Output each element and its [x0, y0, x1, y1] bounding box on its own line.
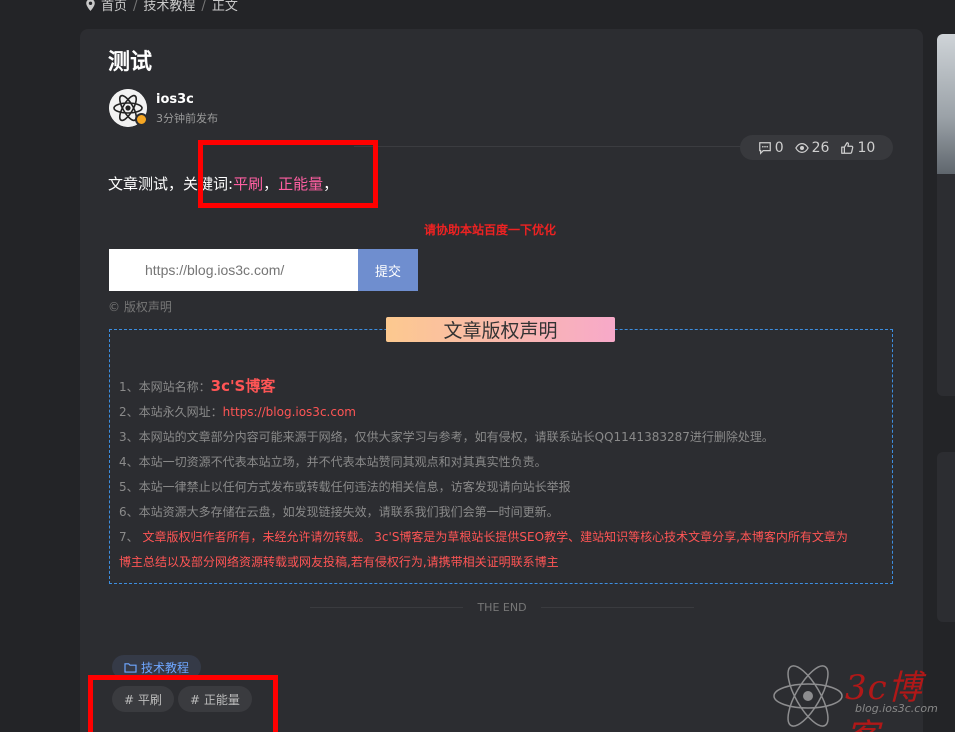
breadcrumb-category-link[interactable]: 技术教程 — [143, 0, 195, 14]
declaration-line: 7、 文章版权归作者所有，未经允许请勿转载。 3c'S博客是为草根站长提供SEO… — [119, 528, 848, 545]
comment-count-value: 0 — [774, 139, 784, 156]
submit-button[interactable]: 提交 — [358, 249, 418, 291]
declaration-title: 文章版权声明 — [386, 317, 615, 342]
breadcrumb: 首页 / 技术教程 / 正文 — [86, 0, 238, 14]
breadcrumb-current: 正文 — [211, 0, 238, 14]
like-count-value: 10 — [857, 139, 876, 156]
eye-icon — [794, 142, 809, 153]
copyright-label: © 版权声明 — [108, 300, 172, 314]
comment-icon — [758, 141, 771, 155]
like-button[interactable]: 10 — [840, 140, 875, 156]
declaration-line-text: 1、本网站名称： — [119, 380, 211, 394]
declaration-line: 4、本站一切资源不代表本站立场，并不代表本站赞同其观点和对其真实性负责。 — [119, 455, 547, 469]
post-title: 测试 — [108, 50, 153, 75]
view-count-value: 26 — [811, 139, 830, 156]
sidebar-widget-image[interactable] — [937, 34, 955, 174]
declaration-line: 2、本站永久网址：https://blog.ios3c.com — [119, 403, 356, 420]
the-end-label: THE END — [477, 600, 527, 614]
verified-badge-icon — [135, 113, 148, 126]
declaration-line-text: 7、 — [119, 530, 139, 544]
breadcrumb-separator: / — [133, 0, 138, 14]
declaration-line: 5、本站一律禁止以任何方式发布或转载任何违法的相关信息，访客发现请向站长举报 — [119, 480, 571, 494]
declaration-line: 1、本网站名称：3c'S博客 — [119, 375, 275, 396]
seo-note: 请协助本站百度一下优化 — [424, 223, 557, 237]
post-stats: 0 26 10 — [740, 135, 893, 160]
watermark-url: blog.ios3c.com — [855, 702, 938, 715]
highlight-box — [198, 140, 378, 208]
divider-rule — [310, 606, 464, 608]
watermark-brand: 3c博客 — [845, 668, 923, 732]
category-tag-label: 技术教程 — [141, 660, 190, 675]
highlight-box — [88, 675, 278, 732]
meta-divider — [354, 146, 749, 147]
url-input[interactable] — [109, 249, 358, 291]
author-name[interactable]: ios3c — [156, 92, 194, 107]
comment-count[interactable]: 0 — [758, 140, 784, 156]
declaration-line: 3、本网站的文章部分内容可能来源于网络，仅供大家学习与参考，如有侵权，请联系站长… — [119, 430, 774, 444]
divider-rule — [540, 606, 694, 608]
the-end-divider: THE END — [310, 600, 694, 614]
declaration-line-text: 2、本站永久网址： — [119, 405, 223, 419]
breadcrumb-separator: / — [201, 0, 206, 14]
declaration-line-text: 博主总结以及部分网络资源转载或网友投稿,若有侵权行为,请携带相关证明联系博主 — [119, 555, 559, 569]
location-pin-icon — [86, 0, 95, 15]
breadcrumb-home-link[interactable]: 首页 — [101, 0, 127, 14]
declaration-line: 6、本站资源大多存储在云盘，如发现链接失效，请联系我们我们会第一时间更新。 — [119, 505, 559, 519]
site-name: 3c'S博客 — [210, 377, 276, 395]
sidebar-widget — [937, 452, 955, 622]
declaration-line-text: 文章版权归作者所有，未经允许请勿转载。 3c'S博客是为草根站长提供SEO教学、… — [142, 530, 848, 544]
thumbs-up-icon — [841, 141, 854, 154]
publish-time: 3分钟前发布 — [156, 112, 218, 125]
folder-icon — [124, 662, 137, 673]
site-url-link[interactable]: https://blog.ios3c.com — [223, 405, 356, 419]
declaration-line: 博主总结以及部分网络资源转载或网友投稿,若有侵权行为,请携带相关证明联系博主 — [119, 553, 559, 570]
view-count: 26 — [794, 139, 830, 156]
sidebar-widget — [937, 34, 955, 396]
